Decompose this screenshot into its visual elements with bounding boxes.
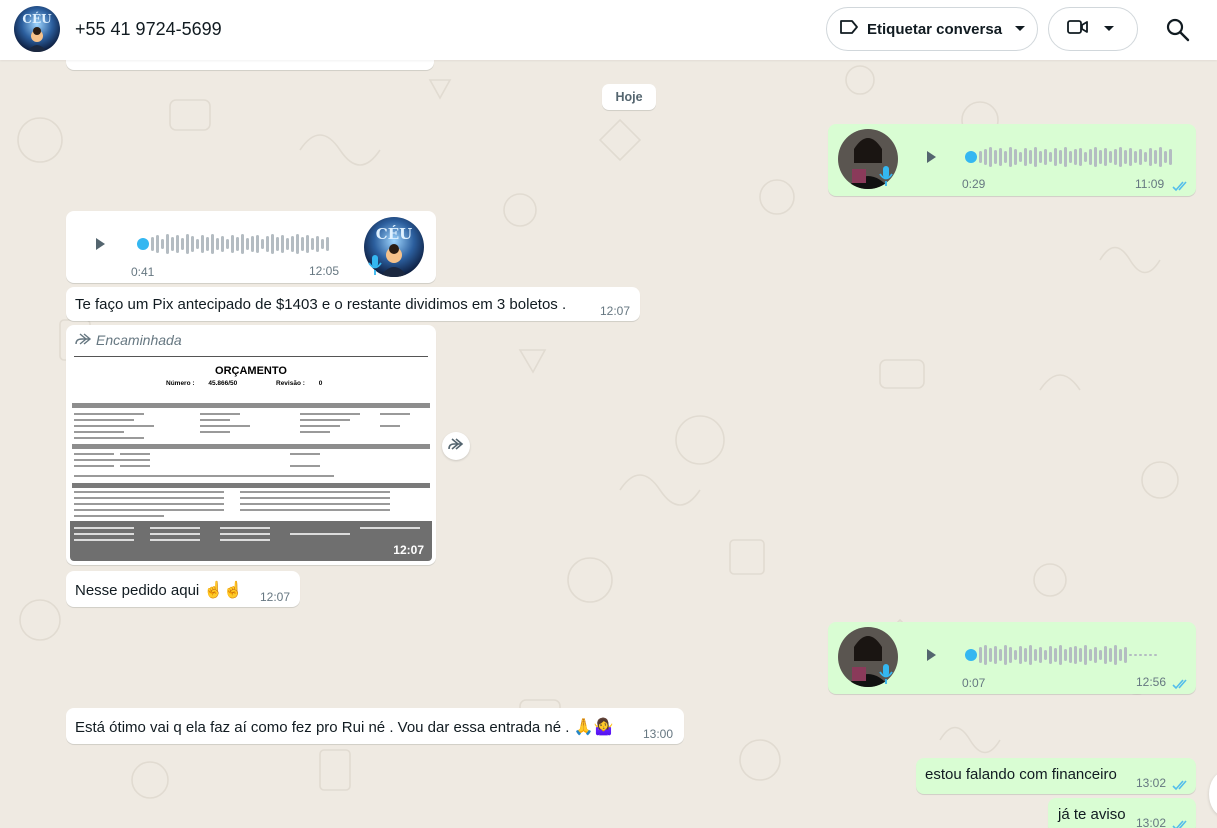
incoming-image-message[interactable]: Encaminhada ORÇAMENTO Número : 45.866/50… (66, 325, 436, 565)
video-call-button[interactable] (1048, 7, 1138, 51)
incoming-voice-message[interactable]: 0:41 12:05 CÉU (66, 211, 436, 283)
double-check-icon (1172, 677, 1190, 690)
label-conversation-button[interactable]: Etiquetar conversa (826, 7, 1038, 51)
search-icon (1164, 18, 1192, 48)
chat-panel[interactable]: Hoje 0:29 11:09 0:41 12:05 CÉU Te faço u… (0, 60, 1217, 828)
double-check-icon (1172, 778, 1190, 791)
avatar-logo-text: CÉU (375, 225, 413, 243)
message-time: 11:09 (1135, 177, 1165, 191)
chevron-down-icon (1103, 20, 1115, 38)
avatar-logo-text: CÉU (22, 12, 52, 26)
message-time: 13:02 (1136, 816, 1167, 828)
document-body (70, 403, 432, 561)
microphone-icon (367, 253, 383, 277)
voice-duration: 0:29 (962, 177, 986, 191)
voice-waveform[interactable] (964, 144, 1176, 170)
voice-duration: 0:41 (131, 265, 155, 279)
microphone-icon (878, 662, 894, 686)
play-icon (923, 649, 939, 667)
search-button[interactable] (1164, 16, 1192, 44)
voice-waveform[interactable] (964, 642, 1176, 668)
play-icon (923, 151, 939, 169)
message-time: 12:56 (1136, 675, 1167, 689)
previous-message-bubble (66, 60, 434, 70)
message-time: 12:07 (260, 590, 291, 604)
outgoing-text-message[interactable]: já te aviso 13:02 (1048, 798, 1196, 828)
voice-duration: 0:07 (962, 676, 986, 690)
chat-header: CÉU +55 41 9724-5699 Etiquetar conversa (0, 0, 1217, 60)
outgoing-text-message[interactable]: estou falando com financeiro 13:02 (916, 758, 1196, 794)
label-conversation-text: Etiquetar conversa (867, 20, 1003, 38)
forward-icon (74, 332, 92, 348)
message-text: Te faço um Pix antecipado de $1403 e o r… (75, 296, 567, 313)
play-button[interactable] (923, 149, 939, 165)
outgoing-voice-message[interactable]: 0:07 12:56 (828, 622, 1196, 694)
document-number: Número : 45.866/50 (166, 380, 238, 387)
emoji: 🙏🤷‍♀️ (573, 719, 614, 736)
double-check-icon (1172, 179, 1190, 192)
emoji: ☝️☝️ (203, 582, 244, 599)
message-time: 12:05 (309, 264, 340, 278)
video-camera-icon (1067, 19, 1089, 40)
play-button[interactable] (92, 236, 108, 252)
play-button[interactable] (923, 647, 939, 663)
document-title: ORÇAMENTO (215, 365, 287, 377)
play-icon (92, 238, 108, 256)
budget-document-image[interactable]: ORÇAMENTO Número : 45.866/50 Revisão : 0 (70, 353, 432, 561)
outgoing-voice-message[interactable]: 0:29 11:09 (828, 124, 1196, 196)
contact-avatar[interactable]: CÉU (14, 6, 60, 52)
message-text: Está ótimo vai q ela faz aí como fez pro… (75, 719, 614, 736)
message-time: 12:07 (600, 304, 631, 318)
image-time: 12:07 (393, 543, 424, 557)
double-check-icon (1172, 818, 1190, 828)
chevron-down-icon (1014, 20, 1026, 38)
incoming-text-message[interactable]: Está ótimo vai q ela faz aí como fez pro… (66, 708, 684, 744)
message-text: estou falando com financeiro (925, 766, 1117, 783)
voice-waveform[interactable] (136, 231, 336, 257)
microphone-icon (878, 164, 894, 188)
document-revision: Revisão : 0 (276, 380, 323, 387)
forward-message-button[interactable] (442, 432, 470, 460)
date-divider: Hoje (602, 84, 656, 110)
label-tag-icon (839, 19, 859, 40)
incoming-text-message[interactable]: Nesse pedido aqui ☝️☝️ 12:07 (66, 571, 300, 607)
message-text: já te aviso (1058, 806, 1126, 823)
forward-icon (447, 437, 465, 456)
message-time: 13:02 (1136, 776, 1167, 790)
contact-name[interactable]: +55 41 9724-5699 (75, 19, 222, 40)
forwarded-label: Encaminhada (74, 332, 182, 348)
message-time: 13:00 (643, 727, 674, 741)
incoming-text-message[interactable]: Te faço um Pix antecipado de $1403 e o r… (66, 287, 640, 321)
message-text: Nesse pedido aqui ☝️☝️ (75, 582, 244, 599)
forwarded-text: Encaminhada (96, 332, 182, 348)
